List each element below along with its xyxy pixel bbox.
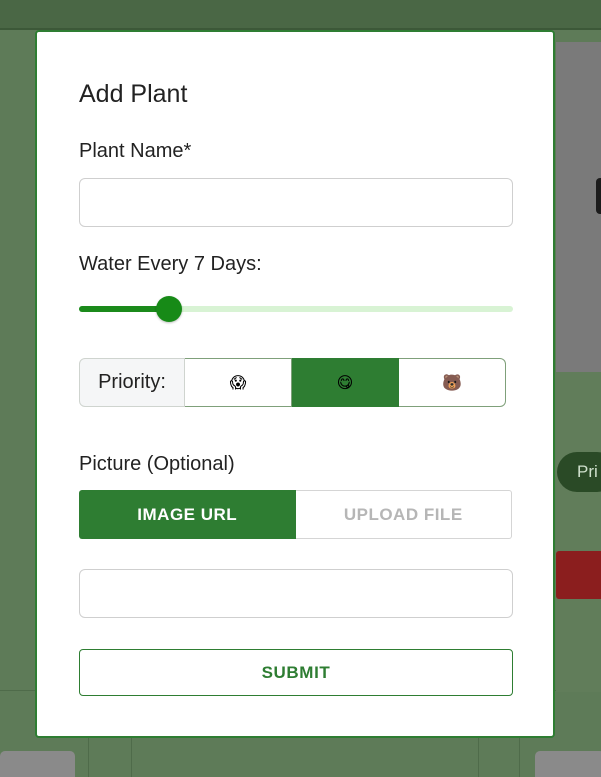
background-divider bbox=[131, 738, 132, 777]
background-divider bbox=[478, 738, 479, 777]
add-plant-modal: Add Plant Plant Name* Water Every 7 Days… bbox=[35, 30, 555, 738]
slider-thumb[interactable] bbox=[155, 296, 182, 322]
priority-option-bear[interactable]: 🐻 bbox=[399, 358, 506, 407]
picture-label: Picture (Optional) bbox=[79, 453, 235, 475]
yum-face-icon: 😋 bbox=[336, 374, 354, 392]
background-plant-card bbox=[556, 42, 601, 372]
water-frequency-label: Water Every 7 Days: bbox=[79, 253, 262, 275]
plant-name-label: Plant Name* bbox=[79, 140, 192, 162]
background-card-bottom bbox=[535, 751, 601, 777]
background-delete-button bbox=[556, 551, 601, 599]
priority-option-yum[interactable]: 😋 bbox=[292, 358, 399, 407]
water-frequency-slider[interactable] bbox=[79, 296, 513, 322]
background-card-panel bbox=[556, 372, 601, 692]
priority-option-scared[interactable]: 😱 bbox=[185, 358, 292, 407]
tab-upload-file[interactable]: UPLOAD FILE bbox=[295, 490, 512, 539]
image-url-input[interactable] bbox=[79, 569, 513, 618]
background-divider bbox=[519, 738, 520, 777]
plant-name-input[interactable] bbox=[79, 178, 513, 227]
background-priority-pill: Pri bbox=[557, 452, 601, 492]
background-card-bottom bbox=[0, 751, 75, 777]
priority-selector: Priority: 😱 😋 🐻 bbox=[79, 358, 507, 407]
priority-label: Priority: bbox=[79, 358, 185, 407]
picture-source-tabs: IMAGE URL UPLOAD FILE bbox=[79, 490, 512, 539]
app-top-bar bbox=[0, 0, 601, 30]
background-divider bbox=[88, 738, 89, 777]
tab-image-url[interactable]: IMAGE URL bbox=[79, 490, 296, 539]
scared-face-icon: 😱 bbox=[229, 374, 247, 392]
submit-button[interactable]: SUBMIT bbox=[79, 649, 513, 696]
modal-title: Add Plant bbox=[79, 80, 188, 108]
plant-leaf-image bbox=[596, 178, 601, 214]
bear-face-icon: 🐻 bbox=[442, 374, 462, 392]
